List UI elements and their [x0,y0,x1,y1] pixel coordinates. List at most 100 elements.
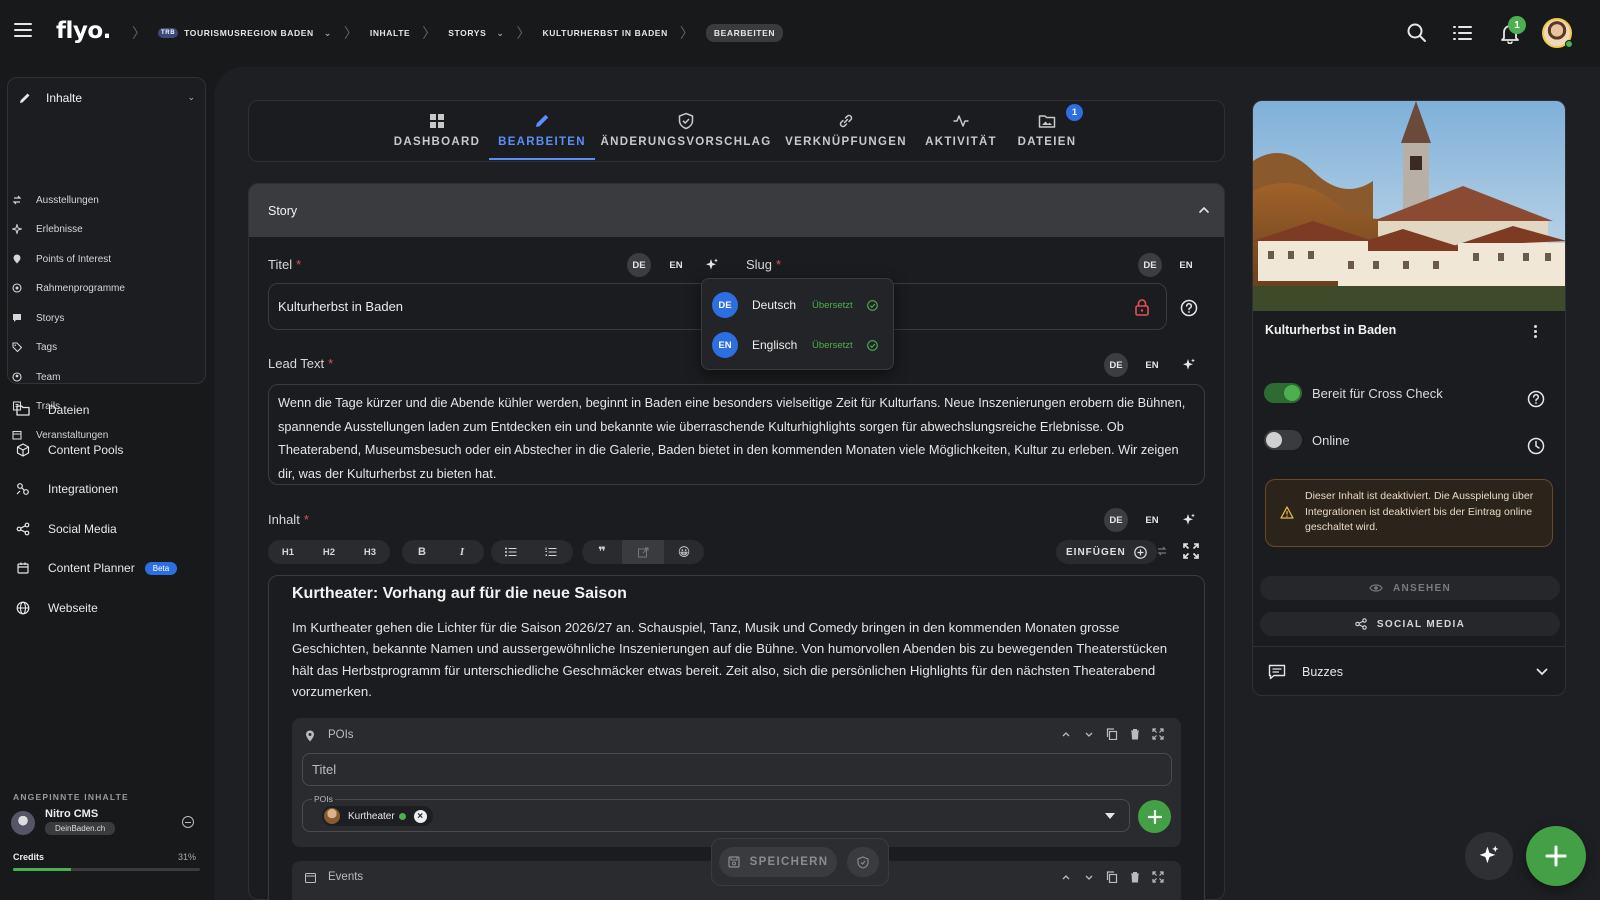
app-logo[interactable]: flyo. [56,18,111,44]
sidebar-item-tags[interactable]: Tags [12,336,57,358]
pinned-name[interactable]: Nitro CMS [45,808,98,820]
chevron-up-icon [1199,206,1209,213]
cross-check-label: Bereit für Cross Check [1312,386,1443,401]
shield-check-icon [678,112,694,130]
sidebar-item-content-planner[interactable]: Content Planner Beta [16,555,178,581]
move-up-icon[interactable] [1060,728,1072,740]
lead-lang-en[interactable]: EN [1140,353,1164,377]
copy-icon[interactable] [1106,871,1118,883]
sidebar-item-team[interactable]: Team [12,366,60,388]
title-lang-de[interactable]: DE [627,253,651,277]
slug-lang-en[interactable]: EN [1174,253,1198,277]
add-poi-button[interactable] [1138,800,1171,833]
sidebar-item-integrationen[interactable]: Integrationen [16,476,118,502]
h1-button[interactable]: H1 [268,540,308,564]
italic-button[interactable]: I [442,540,482,564]
tab-bearbeiten[interactable]: BEARBEITEN [462,100,622,160]
sidebar-item-erlebnisse[interactable]: Erlebnisse [12,218,83,240]
check-circle-icon [866,299,878,311]
expand-icon[interactable] [1152,871,1164,883]
dropdown-arrow-icon[interactable] [1105,813,1115,820]
emoji-icon[interactable]: 😀 [664,540,704,564]
content-field-label: Inhalt * [268,512,309,527]
sidebar-item-social-media[interactable]: Social Media [16,516,117,542]
link-edit-icon[interactable] [622,540,664,564]
schedule-clock-icon[interactable] [1527,437,1545,455]
story-cover-image[interactable] [1253,101,1566,311]
quote-icon[interactable]: ❞ [582,540,622,564]
pinned-avatar[interactable] [11,811,35,835]
lang-option-de[interactable]: DE Deutsch Übersetzt [712,291,878,319]
save-button[interactable]: SPEICHERN [719,847,837,877]
expand-icon[interactable] [1152,728,1164,740]
title-lang-en[interactable]: EN [664,253,688,277]
sidebar-item-ausstellungen[interactable]: Ausstellungen [12,189,99,211]
breadcrumb: 〉 TRB TOURISMUSREGION BADEN ⌄ 〉 INHALTE … [120,22,784,44]
review-button[interactable] [847,847,879,877]
sidebar-item-label: Points of Interest [36,253,112,265]
title-label-text: Titel [268,257,293,272]
content-lang-en[interactable]: EN [1140,508,1164,532]
poi-chip[interactable]: Kurtheater × [322,806,433,826]
title-input-value: Kulturherbst in Baden [278,299,404,314]
editor-paragraph[interactable]: Im Kurtheater gehen die Lichter für die … [292,617,1182,702]
help-icon[interactable] [1180,299,1198,317]
menu-icon[interactable] [14,22,32,38]
lock-icon[interactable] [1134,298,1150,316]
task-list-icon[interactable] [1452,22,1474,44]
view-button[interactable]: ANSEHEN [1260,576,1560,600]
online-toggle[interactable] [1264,430,1302,450]
more-options-icon[interactable] [1534,325,1538,339]
breadcrumb-item-inhalte[interactable]: INHALTE [370,28,410,38]
tab-änderungsvorschlag[interactable]: ÄNDERUNGSVORSCHLAG [601,100,770,160]
move-down-icon[interactable] [1083,871,1095,883]
ai-sparkle-icon[interactable] [1182,513,1196,527]
tab-label: BEARBEITEN [498,136,586,148]
fullscreen-icon[interactable] [1183,543,1199,559]
trash-icon[interactable] [1129,871,1141,883]
copy-icon[interactable] [1106,728,1118,740]
chat-icon [13,314,21,322]
bold-button[interactable]: B [402,540,442,564]
h2-button[interactable]: H2 [308,540,350,564]
lang-option-en[interactable]: EN Englisch Übersetzt [712,331,878,359]
content-lang-de[interactable]: DE [1104,508,1128,532]
poi-title-input[interactable] [302,753,1172,786]
move-down-icon[interactable] [1083,728,1095,740]
social-media-button[interactable]: SOCIAL MEDIA [1260,612,1560,636]
slug-lang-de[interactable]: DE [1138,253,1162,277]
sidebar-item-storys[interactable]: Storys [12,307,64,329]
section-header[interactable]: Story [249,184,1224,237]
trash-icon[interactable] [1129,728,1141,740]
buzzes-accordion[interactable]: Buzzes [1268,660,1548,684]
ai-assistant-button[interactable] [1465,832,1513,880]
h3-button[interactable]: H3 [350,540,390,564]
bullet-list-icon[interactable] [491,540,531,564]
convert-icon[interactable] [1156,545,1168,557]
sidebar-item-dateien[interactable]: Dateien [16,397,89,423]
sidebar-item-content-pools[interactable]: Content Pools [16,437,123,463]
numbered-list-icon[interactable] [531,540,571,564]
search-icon[interactable] [1406,22,1428,44]
insert-button[interactable]: EINFÜGEN [1056,540,1157,564]
sidebar-item-points-of-interest[interactable]: Points of Interest [12,248,111,270]
create-button[interactable] [1526,826,1586,886]
cross-check-toggle[interactable] [1264,383,1302,403]
breadcrumb-item-region[interactable]: TRB TOURISMUSREGION BADEN ⌄ [158,28,332,39]
help-icon[interactable] [1527,390,1545,408]
lead-lang-de[interactable]: DE [1104,353,1128,377]
sidebar-group-toggle[interactable]: Inhalte ⌄ [8,78,205,118]
breadcrumb-item-storys[interactable]: STORYS ⌄ [448,28,504,39]
editor-heading[interactable]: Kurtheater: Vorhang auf für die neue Sai… [292,585,627,603]
sidebar-item-rahmenprogramme[interactable]: Rahmenprogramme [12,277,125,299]
unpin-icon[interactable] [182,816,194,828]
remove-chip-icon[interactable]: × [413,809,427,823]
social-media-label: SOCIAL MEDIA [1376,618,1466,630]
breadcrumb-item-story[interactable]: KULTURHERBST IN BADEN [543,28,668,38]
sidebar-item-webseite[interactable]: Webseite [16,595,98,621]
tab-dateien[interactable]: DATEIEN [967,100,1127,160]
ai-sparkle-icon[interactable] [705,258,719,272]
move-up-icon[interactable] [1060,871,1072,883]
ai-sparkle-icon[interactable] [1182,358,1196,372]
slug-input[interactable] [880,283,1167,330]
